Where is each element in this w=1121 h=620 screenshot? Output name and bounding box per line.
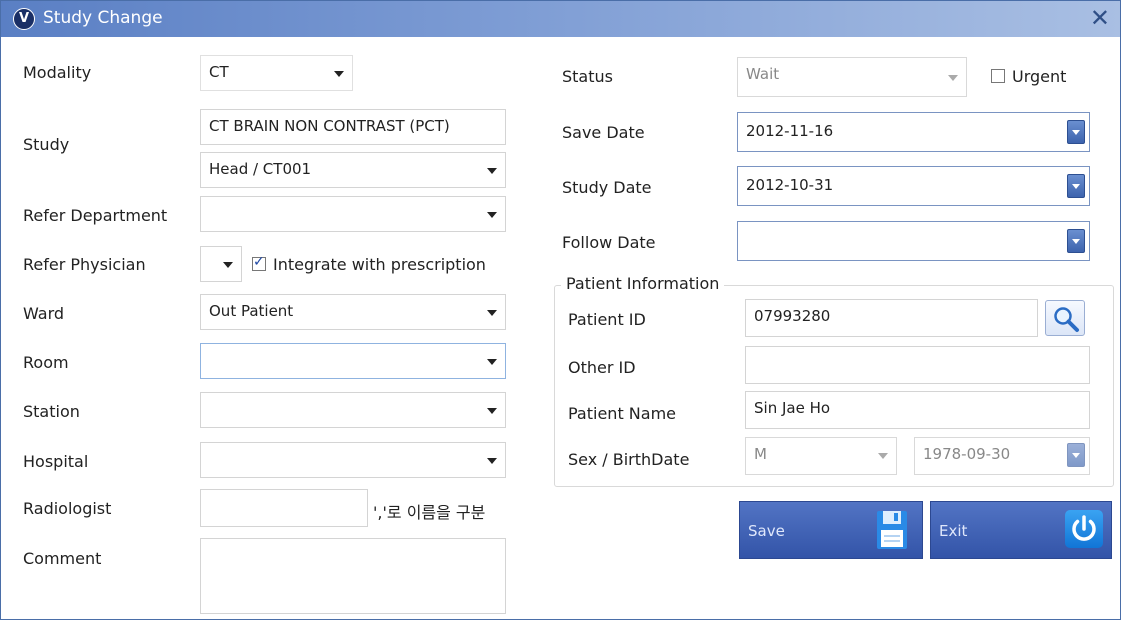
chevron-down-icon — [487, 359, 497, 365]
follow-date-picker[interactable] — [737, 221, 1090, 261]
radiologist-label: Radiologist — [23, 499, 112, 518]
study-name-value: CT BRAIN NON CONTRAST (PCT) — [209, 117, 450, 135]
modality-select[interactable]: CT — [200, 55, 353, 91]
app-logo-icon: V — [13, 8, 35, 30]
patient-id-label: Patient ID — [568, 310, 646, 329]
integrate-label: Integrate with prescription — [273, 255, 486, 274]
chevron-down-icon — [223, 262, 233, 268]
patient-name-label: Patient Name — [568, 404, 676, 423]
radiologist-hint: ','로 이름을 구분 — [373, 503, 486, 522]
other-id-input[interactable] — [745, 346, 1090, 384]
radiologist-input[interactable] — [200, 489, 368, 527]
comment-textarea[interactable] — [200, 538, 506, 614]
hospital-select[interactable] — [200, 442, 506, 478]
study-name-field[interactable]: CT BRAIN NON CONTRAST (PCT) — [200, 109, 506, 145]
refer-department-label: Refer Department — [23, 206, 168, 225]
study-date-value: 2012-10-31 — [746, 176, 834, 194]
exit-button-label: Exit — [939, 522, 968, 540]
search-icon — [1054, 307, 1079, 332]
hospital-label: Hospital — [23, 452, 89, 471]
sex-select[interactable]: M — [745, 437, 897, 475]
save-button[interactable]: Save — [739, 501, 923, 559]
chevron-down-icon — [487, 212, 497, 218]
patient-id-input[interactable]: 07993280 — [745, 299, 1038, 337]
study-date-label: Study Date — [562, 178, 652, 197]
modality-label: Modality — [23, 63, 92, 82]
chevron-down-icon — [334, 71, 344, 77]
save-date-picker[interactable]: 2012-11-16 — [737, 112, 1090, 152]
station-label: Station — [23, 402, 80, 421]
ward-label: Ward — [23, 304, 65, 323]
exit-button[interactable]: Exit — [930, 501, 1112, 559]
integrate-checkbox[interactable] — [252, 254, 266, 271]
calendar-dropdown-icon[interactable] — [1067, 229, 1085, 253]
follow-date-label: Follow Date — [562, 233, 656, 252]
other-id-label: Other ID — [568, 358, 636, 377]
save-date-value: 2012-11-16 — [746, 122, 834, 140]
floppy-disk-icon — [877, 511, 907, 549]
study-label: Study — [23, 135, 70, 154]
status-value: Wait — [746, 65, 780, 83]
study-code-select[interactable]: Head / CT001 — [200, 152, 506, 188]
study-date-picker[interactable]: 2012-10-31 — [737, 166, 1090, 206]
modality-value: CT — [209, 63, 229, 81]
refer-physician-label: Refer Physician — [23, 255, 146, 274]
chevron-down-icon — [487, 408, 497, 414]
chevron-down-icon — [948, 75, 958, 81]
close-icon[interactable]: ✕ — [1090, 4, 1110, 32]
station-select[interactable] — [200, 392, 506, 428]
chevron-down-icon — [487, 458, 497, 464]
save-date-label: Save Date — [562, 123, 645, 142]
refer-physician-select[interactable] — [200, 246, 242, 282]
ward-value: Out Patient — [209, 302, 294, 320]
sex-value: M — [754, 445, 767, 463]
title-bar[interactable]: V Study Change ✕ — [1, 1, 1120, 37]
search-button[interactable] — [1045, 300, 1085, 336]
status-select[interactable]: Wait — [737, 57, 967, 97]
power-icon — [1065, 510, 1103, 548]
status-label: Status — [562, 67, 613, 86]
birthdate-value: 1978-09-30 — [923, 445, 1011, 463]
chevron-down-icon — [878, 453, 888, 459]
window-title: Study Change — [43, 8, 163, 28]
refer-department-select[interactable] — [200, 196, 506, 232]
calendar-dropdown-icon[interactable] — [1067, 120, 1085, 144]
urgent-label: Urgent — [1012, 67, 1067, 86]
study-code-value: Head / CT001 — [209, 160, 312, 178]
sex-birthdate-label: Sex / BirthDate — [568, 450, 690, 469]
patient-id-value: 07993280 — [754, 307, 831, 325]
ward-select[interactable]: Out Patient — [200, 294, 506, 330]
comment-label: Comment — [23, 549, 102, 568]
calendar-dropdown-icon[interactable] — [1067, 443, 1085, 467]
patient-name-input[interactable]: Sin Jae Ho — [745, 391, 1090, 429]
study-change-window: V Study Change ✕ Modality CT Study CT BR… — [0, 0, 1121, 620]
room-select[interactable] — [200, 343, 506, 379]
patient-name-value: Sin Jae Ho — [754, 399, 831, 417]
save-button-label: Save — [748, 522, 785, 540]
chevron-down-icon — [487, 168, 497, 174]
calendar-dropdown-icon[interactable] — [1067, 174, 1085, 198]
patient-information-title: Patient Information — [561, 274, 725, 293]
room-label: Room — [23, 353, 69, 372]
chevron-down-icon — [487, 310, 497, 316]
urgent-checkbox[interactable] — [991, 69, 1005, 83]
birthdate-picker[interactable]: 1978-09-30 — [914, 437, 1090, 475]
